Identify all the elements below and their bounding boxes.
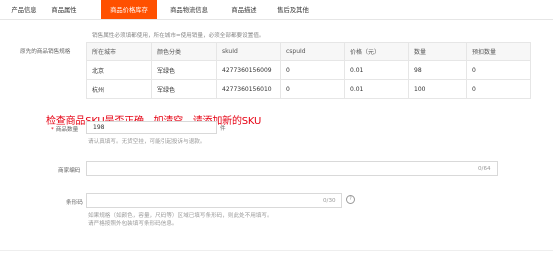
barcode-input[interactable] [86, 193, 342, 208]
merchant-code-input[interactable] [86, 161, 498, 176]
quantity-label-text: 商品数量 [55, 127, 79, 133]
sku-table: 所在城市 颜色分类 skuId cspuId 价格（元） 数量 预扣数量 北京 … [86, 42, 531, 99]
header-skuid: skuId [216, 42, 281, 61]
tab-bar: 产品信息 商品属性 商品价格库存 商品物流信息 商品描述 售后及其他 [0, 0, 553, 20]
sales-attribute-tip: 销售属性必须填都使用，所在城市=使用销量，必须全部都要设置值。 [92, 33, 265, 39]
quantity-input[interactable]: 198 [86, 121, 217, 134]
cell-city: 北京 [86, 60, 152, 80]
barcode-counter: 0/30 [323, 198, 336, 204]
cell-price: 0.01 [344, 79, 409, 99]
header-price: 价格（元） [344, 42, 409, 61]
tab-product-info[interactable]: 产品信息 [6, 0, 42, 19]
header-color: 颜色分类 [151, 42, 217, 61]
cell-quantity: 100 [408, 79, 467, 99]
barcode-label: 条形码 [66, 200, 83, 206]
quantity-unit: 件 [220, 126, 226, 132]
sku-spec-label: 原先的商品销售规格 [20, 49, 71, 55]
help-icon[interactable]: ? [346, 195, 355, 204]
header-quantity: 数量 [408, 42, 467, 61]
quantity-hint: 请认真填写。无货空挂，可能引起投诉与退款。 [88, 139, 206, 145]
cell-skuid: 4277360156009 [216, 60, 281, 80]
tab-price-inventory[interactable]: 商品价格库存 [101, 0, 157, 19]
cell-reserved: 0 [466, 79, 531, 99]
tab-product-attributes[interactable]: 商品属性 [46, 0, 82, 19]
tab-after-sales[interactable]: 售后及其他 [272, 0, 314, 19]
header-reserved: 预扣数量 [466, 42, 531, 61]
table-row: 杭州 军绿色 4277360156010 0 0.01 100 0 [86, 79, 531, 99]
cell-color: 军绿色 [151, 79, 217, 99]
barcode-hint-1: 如果规格（如颜色，容量，尺码等）区域已填写条形码，则此处不用填写。 [88, 213, 273, 219]
merchant-code-counter: 0/64 [478, 166, 491, 172]
cell-cspuid: 0 [280, 60, 345, 80]
header-city: 所在城市 [86, 42, 152, 61]
table-row: 北京 军绿色 4277360156009 0 0.01 98 0 [86, 60, 531, 80]
cell-city: 杭州 [86, 79, 152, 99]
barcode-hint-2: 请严格按照外包装填写条形码信息。 [88, 221, 178, 227]
quantity-label: * 商品数量 [51, 125, 78, 133]
cell-reserved: 0 [466, 60, 531, 80]
cell-cspuid: 0 [280, 79, 345, 99]
merchant-code-label: 商家编码 [58, 168, 81, 174]
tab-logistics[interactable]: 商品物流信息 [164, 0, 214, 19]
cell-quantity: 98 [408, 60, 467, 80]
divider [0, 250, 553, 251]
cell-color: 军绿色 [151, 60, 217, 80]
header-cspuid: cspuId [280, 42, 345, 61]
cell-skuid: 4277360156010 [216, 79, 281, 99]
sku-table-header: 所在城市 颜色分类 skuId cspuId 价格（元） 数量 预扣数量 [86, 42, 531, 61]
required-asterisk: * [51, 127, 54, 133]
cell-price: 0.01 [344, 60, 409, 80]
tab-description[interactable]: 商品描述 [224, 0, 264, 19]
